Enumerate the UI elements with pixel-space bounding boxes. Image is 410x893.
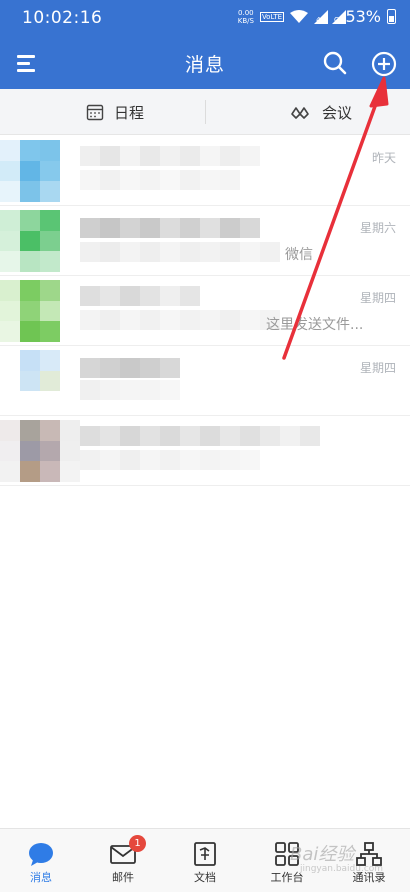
tab-mail[interactable]: 1 邮件	[82, 829, 164, 893]
contact-name-blurred	[80, 218, 260, 238]
message-preview: 这里发送文件...	[266, 317, 364, 333]
contact-name-blurred	[80, 426, 320, 446]
avatar	[0, 210, 80, 272]
battery-icon	[387, 9, 396, 24]
message-time: 星期四	[359, 291, 396, 305]
calendar-icon	[86, 104, 104, 121]
tab-messages[interactable]: 消息	[0, 829, 82, 893]
message-preview-blurred	[80, 380, 180, 400]
avatar	[0, 280, 80, 342]
message-time: 昨天	[371, 151, 396, 165]
status-indicators: 0.00 KB/S VoLTE 4G G 53%	[238, 7, 396, 26]
tab-label: 消息	[30, 871, 52, 884]
avatar	[0, 350, 80, 412]
add-button[interactable]	[368, 48, 400, 80]
watermark: Bai经验	[290, 844, 355, 865]
quick-nav: 日程 会议	[0, 89, 410, 135]
message-preview-blurred	[80, 242, 280, 262]
meeting-icon	[291, 107, 309, 119]
contact-name-blurred	[80, 286, 200, 306]
schedule-label: 日程	[114, 103, 145, 122]
status-bar: 10:02:16 0.00 KB/S VoLTE 4G G 53%	[0, 0, 410, 36]
app-header: 消息	[0, 36, 410, 89]
tab-label: 邮件	[112, 871, 134, 884]
battery-percent: 53%	[345, 7, 381, 26]
contact-name-blurred	[80, 146, 260, 166]
tab-label: 文档	[194, 871, 216, 884]
add-circle-icon	[371, 51, 397, 77]
chat-bubble-icon	[27, 841, 55, 867]
status-time: 10:02:16	[22, 8, 103, 28]
watermark-url: jingyan.baidu.com	[300, 864, 384, 874]
wifi-icon	[290, 9, 309, 23]
message-time: 星期四	[359, 361, 396, 375]
meeting-label: 会议	[322, 103, 353, 122]
conversation-row[interactable]: 昨天	[0, 136, 410, 206]
tab-label: 工作台	[270, 871, 304, 884]
message-preview-blurred	[80, 170, 240, 190]
contact-name-blurred	[80, 358, 180, 378]
unread-badge: 1	[129, 835, 146, 852]
tab-documents[interactable]: 文档	[164, 829, 246, 893]
message-preview-blurred	[80, 310, 280, 330]
meeting-button[interactable]: 会议	[290, 89, 352, 135]
message-preview-blurred	[80, 450, 260, 470]
message-time: 星期六	[359, 221, 396, 235]
conversation-row[interactable]: 星期四	[0, 346, 410, 416]
document-icon	[191, 841, 219, 867]
subnav-divider	[205, 100, 206, 124]
network-speed-value: 0.00	[238, 8, 254, 17]
schedule-button[interactable]: 日程	[86, 89, 144, 135]
network-speed-unit: KB/S	[237, 16, 254, 25]
signal-g-icon: G	[332, 9, 346, 24]
conversation-row[interactable]: 这里发送文件... 星期四	[0, 276, 410, 346]
signal-4g-icon: 4G	[314, 9, 329, 24]
message-preview: 微信	[285, 247, 313, 263]
volte-icon: VoLTE	[259, 11, 285, 22]
network-speed: 0.00 KB/S	[238, 9, 254, 25]
conversation-row[interactable]	[0, 416, 410, 486]
mail-icon: 1	[109, 835, 146, 867]
conversation-row[interactable]: 微信 星期六	[0, 206, 410, 276]
signal-4g-label: 4G	[316, 15, 326, 24]
conversation-list: 昨天 微信 星期六 这里发送文件... 星期四 星期四	[0, 136, 410, 486]
avatar	[0, 140, 80, 202]
avatar	[0, 420, 80, 482]
search-icon	[323, 51, 347, 75]
search-button[interactable]	[320, 48, 350, 78]
signal-g-label: G	[334, 15, 340, 24]
